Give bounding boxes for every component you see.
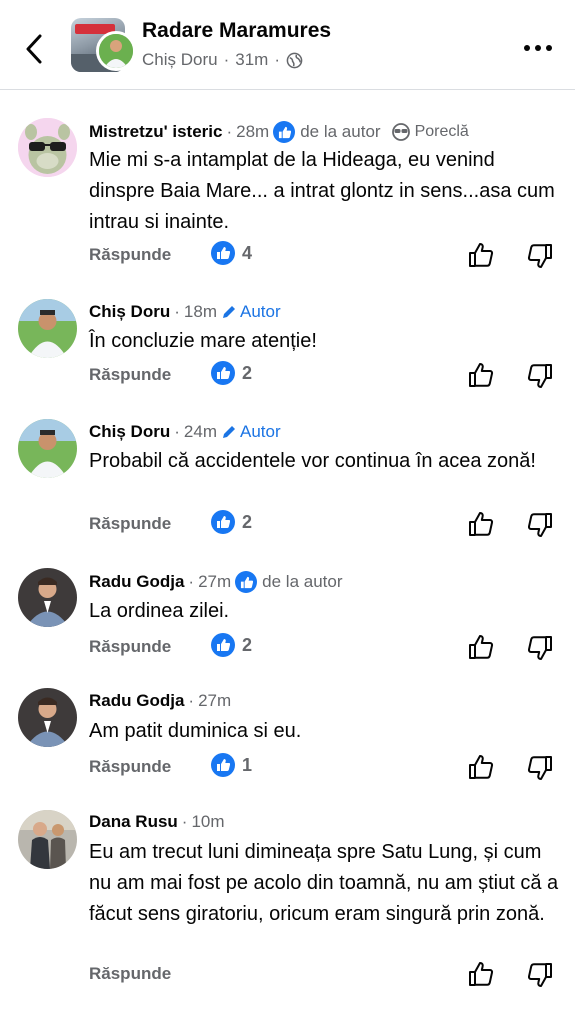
separator: · xyxy=(174,422,180,441)
separator: · xyxy=(223,50,230,69)
comment-header: Mistretzu' isteric · 28m de la autor Por… xyxy=(89,121,469,143)
comment-text: Eu am trecut luni dimineața spre Satu Lu… xyxy=(89,841,559,925)
post-header: Radare Maramures Chiș Doru · 31m · xyxy=(0,0,575,90)
comment-actions: Răspunde 4 xyxy=(89,241,559,269)
separator: · xyxy=(274,50,281,69)
reaction-count[interactable]: 2 xyxy=(211,510,252,534)
reaction-count[interactable]: 2 xyxy=(211,633,252,657)
reaction-count[interactable]: 2 xyxy=(211,361,252,385)
separator: · xyxy=(174,302,180,321)
author-avatar[interactable] xyxy=(96,31,136,71)
thumb-up-icon[interactable] xyxy=(467,510,495,538)
globe-icon xyxy=(286,52,303,68)
author-badge: Autor xyxy=(221,422,281,442)
thumb-down-icon[interactable] xyxy=(526,635,554,663)
comment-time: 10m xyxy=(191,812,225,831)
post-time: 31m xyxy=(235,50,269,69)
pencil-icon xyxy=(222,426,235,438)
avatar[interactable] xyxy=(18,568,77,627)
comment-text: La ordinea zilei. xyxy=(89,600,230,622)
comment-actions: Răspunde 2 xyxy=(89,633,559,661)
thumb-up-icon[interactable] xyxy=(467,241,495,269)
like-icon xyxy=(211,510,235,534)
separator: · xyxy=(188,691,195,710)
liked-by-author-badge: de la autor xyxy=(235,571,343,593)
thumb-down-icon[interactable] xyxy=(526,512,554,540)
group-name[interactable]: Radare Maramures xyxy=(142,19,331,43)
commenter-name[interactable]: Chiș Doru xyxy=(89,422,170,442)
comment-time: 28m xyxy=(236,122,270,141)
thumb-up-icon[interactable] xyxy=(467,361,495,389)
comment-time: 18m xyxy=(183,302,217,321)
comment-text: Mie mi s-a intamplat de la Hideaga, eu v… xyxy=(89,149,555,233)
comment-text: Am patit duminica si eu. xyxy=(89,720,302,742)
reaction-count[interactable]: 4 xyxy=(211,241,252,265)
comment-time: 27m xyxy=(198,572,232,591)
comment-header: Radu Godja · 27m de la autor xyxy=(89,571,343,593)
header-divider xyxy=(0,89,575,90)
thumb-up-icon[interactable] xyxy=(467,960,495,988)
commenter-name[interactable]: Radu Godja xyxy=(89,572,184,592)
liked-by-author-badge: de la autor xyxy=(273,121,381,143)
thumb-down-icon[interactable] xyxy=(526,962,554,990)
commenter-name[interactable]: Dana Rusu xyxy=(89,812,178,832)
reply-button[interactable]: Răspunde xyxy=(89,964,171,984)
comment-header: Chiș Doru · 24m Autor xyxy=(89,422,281,442)
commenter-name[interactable]: Radu Godja xyxy=(89,691,184,711)
separator: · xyxy=(181,812,188,831)
comment-text: Probabil că accidentele vor continua în … xyxy=(89,450,536,472)
comment-actions: Răspunde xyxy=(89,960,559,988)
separator: · xyxy=(226,122,233,141)
thumb-up-icon[interactable] xyxy=(467,633,495,661)
like-icon xyxy=(273,121,296,143)
pencil-icon xyxy=(222,306,235,318)
thumb-down-icon[interactable] xyxy=(526,363,554,391)
like-icon xyxy=(211,633,235,657)
commenter-name[interactable]: Mistretzu' isteric xyxy=(89,122,222,142)
like-icon xyxy=(211,753,235,777)
like-icon xyxy=(211,361,235,385)
comment-time: 24m xyxy=(183,422,217,441)
avatar[interactable] xyxy=(18,688,77,747)
thumb-down-icon[interactable] xyxy=(526,755,554,783)
commenter-name[interactable]: Chiș Doru xyxy=(89,302,170,322)
avatar[interactable] xyxy=(18,118,77,177)
thumb-up-icon[interactable] xyxy=(467,753,495,781)
separator: · xyxy=(188,572,195,591)
comment-header: Radu Godja · 27m xyxy=(89,691,231,711)
more-dots-icon[interactable] xyxy=(524,38,556,58)
comment-actions: Răspunde 2 xyxy=(89,361,559,389)
comment-text: În concluzie mare atenție! xyxy=(89,330,317,352)
comment-actions: Răspunde 1 xyxy=(89,753,559,781)
like-icon xyxy=(211,241,235,265)
avatar[interactable] xyxy=(18,419,77,478)
reply-button[interactable]: Răspunde xyxy=(89,245,171,265)
comment-time: 27m xyxy=(198,691,232,710)
nickname-badge: Poreclă xyxy=(391,122,469,142)
like-icon xyxy=(235,571,258,593)
author-badge: Autor xyxy=(221,302,281,322)
avatar[interactable] xyxy=(18,299,77,358)
sunglasses-icon xyxy=(391,123,410,141)
reply-button[interactable]: Răspunde xyxy=(89,365,171,385)
thumb-down-icon[interactable] xyxy=(526,243,554,271)
reaction-count[interactable]: 1 xyxy=(211,753,252,777)
comment-actions: Răspunde 2 xyxy=(89,510,559,538)
comment-header: Chiș Doru · 18m Autor xyxy=(89,302,281,322)
reply-button[interactable]: Răspunde xyxy=(89,514,171,534)
reply-button[interactable]: Răspunde xyxy=(89,637,171,657)
post-author[interactable]: Chiș Doru xyxy=(142,50,218,70)
reply-button[interactable]: Răspunde xyxy=(89,757,171,777)
post-meta: Chiș Doru · 31m · xyxy=(142,50,303,70)
avatar[interactable] xyxy=(18,810,77,869)
comment-header: Dana Rusu · 10m xyxy=(89,812,225,832)
back-arrow-icon[interactable] xyxy=(22,33,48,65)
